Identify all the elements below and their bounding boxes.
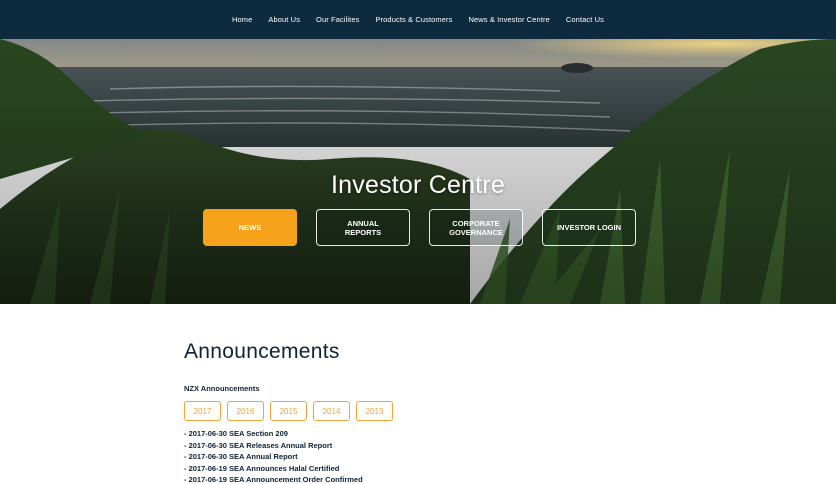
announcement-link[interactable]: - 2017-06-19 SEA Announcement Order Conf…: [184, 474, 664, 484]
hero-button-group: NEWS ANNUAL REPORTS CORPORATE GOVERNANCE…: [203, 209, 636, 246]
announcement-link[interactable]: - 2017-06-30 SEA Section 209: [184, 428, 664, 440]
nzx-announcements-heading: NZX Announcements: [184, 384, 260, 393]
year-button-2013[interactable]: 2013: [356, 401, 393, 421]
news-button[interactable]: NEWS: [203, 209, 297, 246]
year-button-2017[interactable]: 2017: [184, 401, 221, 421]
year-button-2016[interactable]: 2016: [227, 401, 264, 421]
year-filter: 2017 2016 2015 2014 2013: [184, 401, 664, 421]
nav-home[interactable]: Home: [232, 15, 252, 24]
page-title: Announcements: [184, 340, 340, 363]
announcement-link[interactable]: - 2017-06-30 SEA Releases Annual Report: [184, 440, 664, 452]
hero-title: Investor Centre: [331, 171, 505, 199]
nav-our-facilities[interactable]: Our Facilites: [316, 15, 359, 24]
nav-products-customers[interactable]: Products & Customers: [375, 15, 452, 24]
announcement-link[interactable]: - 2017-06-30 SEA Annual Report: [184, 451, 664, 463]
corporate-governance-button[interactable]: CORPORATE GOVERNANCE: [429, 209, 523, 246]
year-button-2015[interactable]: 2015: [270, 401, 307, 421]
announcements-section: Announcements NZX Announcements 2017 201…: [184, 340, 664, 484]
nav-contact-us[interactable]: Contact Us: [566, 15, 604, 24]
announcement-list: - 2017-06-30 SEA Section 209 - 2017-06-3…: [184, 428, 664, 484]
nav-news-investor-centre[interactable]: News & Investor Centre: [468, 15, 549, 24]
announcement-link[interactable]: - 2017-06-19 SEA Announces Halal Certifi…: [184, 463, 664, 475]
hero-banner: Investor Centre NEWS ANNUAL REPORTS CORP…: [0, 39, 836, 304]
year-button-2014[interactable]: 2014: [313, 401, 350, 421]
investor-login-button[interactable]: INVESTOR LOGIN: [542, 209, 636, 246]
annual-reports-button[interactable]: ANNUAL REPORTS: [316, 209, 410, 246]
top-navigation: Home About Us Our Facilites Products & C…: [0, 0, 836, 39]
nav-about-us[interactable]: About Us: [268, 15, 300, 24]
